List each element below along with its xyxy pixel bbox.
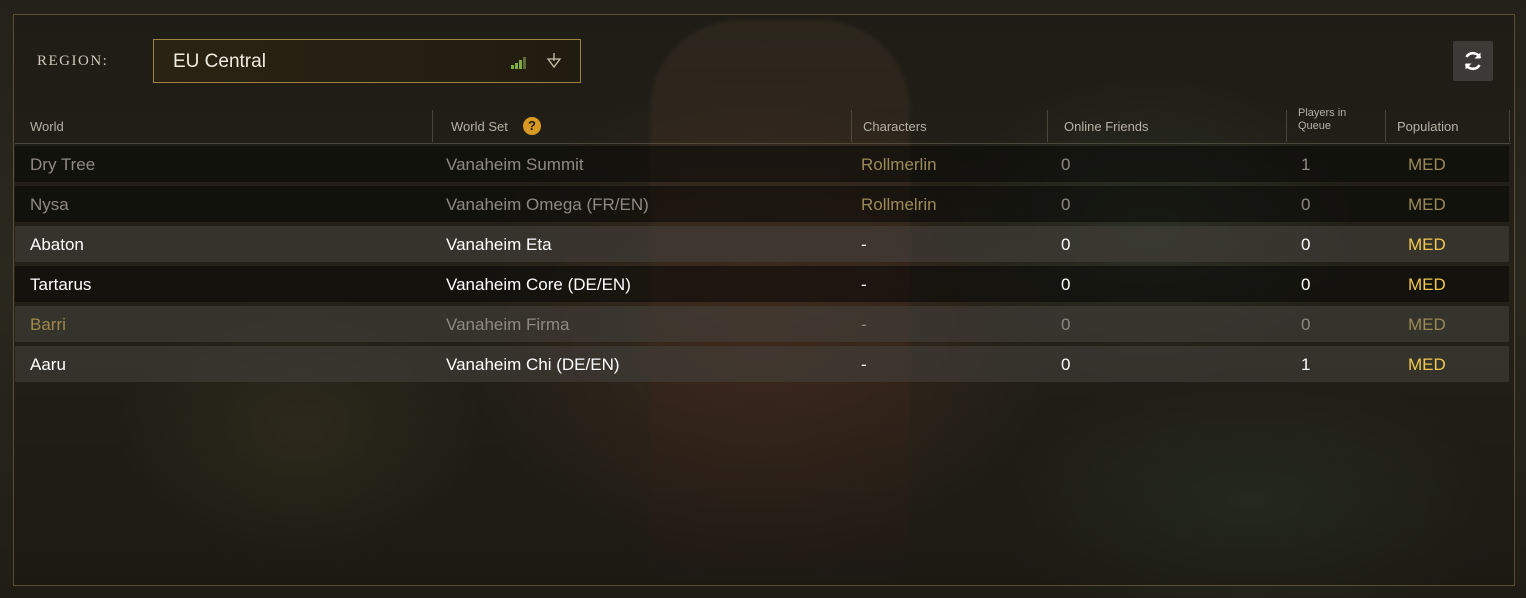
world-set: Vanaheim Core (DE/EN): [446, 275, 631, 294]
header-divider: [15, 143, 1511, 144]
world-name: Nysa: [30, 195, 69, 214]
column-header-world[interactable]: World: [30, 108, 430, 144]
table-row[interactable]: Aaru Vanaheim Chi (DE/EN) - 0 1 MED: [15, 346, 1509, 382]
column-divider: [1385, 110, 1386, 142]
world-set: Vanaheim Summit: [446, 155, 584, 174]
world-set: Vanaheim Firma: [446, 315, 570, 334]
world-set: Vanaheim Eta: [446, 235, 552, 254]
players-in-queue: 0: [1301, 195, 1311, 214]
column-divider: [432, 110, 433, 142]
column-divider: [851, 110, 852, 142]
column-divider: [1286, 110, 1287, 142]
column-header-characters-label: Characters: [863, 119, 927, 134]
population-badge: MED: [1408, 235, 1446, 254]
population-badge: MED: [1408, 275, 1446, 294]
table-row[interactable]: Tartarus Vanaheim Core (DE/EN) - 0 0 MED: [15, 266, 1509, 302]
population-badge: MED: [1408, 355, 1446, 374]
world-name: Aaru: [30, 355, 66, 374]
column-header-world-label: World: [30, 119, 64, 134]
world-set: Vanaheim Chi (DE/EN): [446, 355, 620, 374]
world-name: Barri: [30, 315, 66, 334]
players-in-queue: 0: [1301, 235, 1311, 254]
online-friends: 0: [1061, 315, 1071, 334]
population-badge: MED: [1408, 155, 1446, 174]
refresh-icon: [1464, 51, 1482, 71]
players-in-queue: 1: [1301, 355, 1311, 374]
population-badge: MED: [1408, 195, 1446, 214]
column-header-world-set-label: World Set: [451, 119, 508, 134]
table-row[interactable]: Abaton Vanaheim Eta - 0 0 MED: [15, 226, 1509, 262]
column-header-players-in-queue[interactable]: Players in Queue: [1298, 107, 1383, 144]
column-divider: [1509, 110, 1510, 142]
column-header-population[interactable]: Population: [1397, 108, 1507, 144]
online-friends: 0: [1061, 275, 1071, 294]
column-header-online-friends[interactable]: Online Friends: [1064, 108, 1284, 144]
world-name: Dry Tree: [30, 155, 96, 174]
column-header-online-friends-label: Online Friends: [1064, 119, 1149, 134]
world-name: Tartarus: [30, 275, 92, 294]
character-name: -: [861, 355, 867, 374]
online-friends: 0: [1061, 235, 1071, 254]
signal-bars-icon: [511, 57, 529, 69]
region-dropdown[interactable]: EU Central: [153, 39, 581, 83]
column-header-players-in-queue-label: Players in Queue: [1298, 107, 1347, 132]
character-name: Rollmerlin: [861, 155, 937, 174]
online-friends: 0: [1061, 195, 1071, 214]
refresh-button[interactable]: [1453, 41, 1493, 81]
character-name: -: [861, 275, 867, 294]
players-in-queue: 0: [1301, 275, 1311, 294]
population-badge: MED: [1408, 315, 1446, 334]
character-name: Rollmelrin: [861, 195, 937, 214]
table-row[interactable]: Nysa Vanaheim Omega (FR/EN) Rollmelrin 0…: [15, 186, 1509, 222]
character-name: -: [861, 315, 867, 334]
column-divider: [1047, 110, 1048, 142]
players-in-queue: 0: [1301, 315, 1311, 334]
table-row[interactable]: Dry Tree Vanaheim Summit Rollmerlin 0 1 …: [15, 146, 1509, 182]
table-row[interactable]: Barri Vanaheim Firma - 0 0 MED: [15, 306, 1509, 342]
chevron-down-icon[interactable]: [546, 52, 562, 70]
character-name: -: [861, 235, 867, 254]
world-set: Vanaheim Omega (FR/EN): [446, 195, 649, 214]
region-label: REGION:: [37, 53, 109, 69]
region-selected-value: EU Central: [173, 51, 266, 72]
online-friends: 0: [1061, 155, 1071, 174]
column-header-population-label: Population: [1397, 119, 1459, 134]
world-name: Abaton: [30, 235, 84, 254]
column-header-world-set[interactable]: World Set: [451, 108, 851, 144]
online-friends: 0: [1061, 355, 1071, 374]
help-icon[interactable]: ?: [523, 117, 541, 135]
column-header-characters[interactable]: Characters: [863, 108, 1043, 144]
players-in-queue: 1: [1301, 155, 1311, 174]
